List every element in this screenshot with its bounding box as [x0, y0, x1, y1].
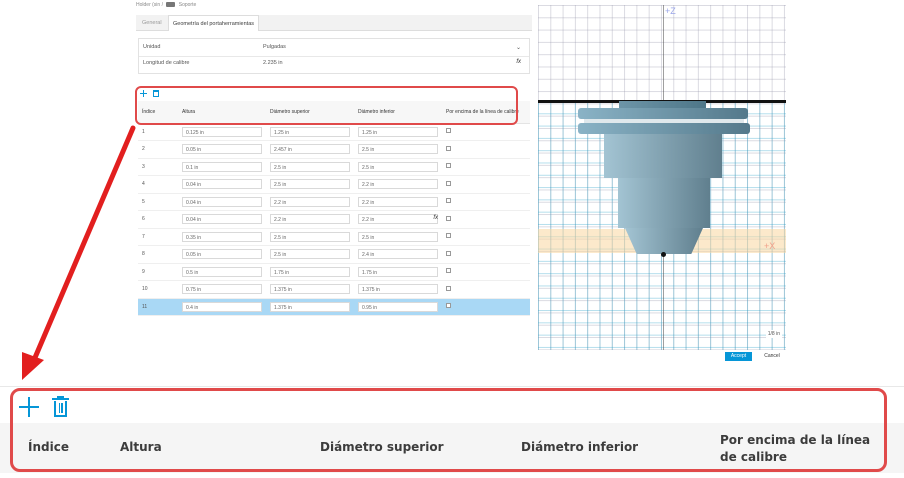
highlight-box-zoom: [10, 388, 887, 472]
